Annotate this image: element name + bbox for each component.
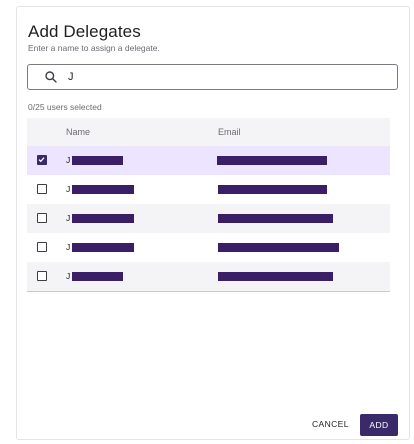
column-header-name: Name <box>66 127 91 137</box>
user-name-initial: J <box>66 271 71 281</box>
redacted-email <box>218 214 333 223</box>
search-value: J <box>68 71 74 83</box>
search-icon <box>45 71 57 83</box>
add-delegates-dialog: Add Delegates Enter a name to assign a d… <box>16 6 410 440</box>
redacted-name <box>72 272 123 281</box>
user-name-initial: J <box>66 213 71 223</box>
redacted-email <box>218 185 327 194</box>
user-name-initial: J <box>66 155 71 165</box>
row-checkbox[interactable] <box>37 242 47 252</box>
row-checkbox[interactable] <box>37 271 47 281</box>
table-header: Name Email <box>27 118 390 146</box>
checkmark-icon <box>38 157 45 163</box>
users-table: Name Email J J J J J <box>27 118 390 292</box>
add-button[interactable]: ADD <box>360 414 398 436</box>
user-name-initial: J <box>66 184 71 194</box>
table-row[interactable]: J <box>27 204 390 233</box>
selection-count: 0/25 users selected <box>28 102 102 112</box>
table-row[interactable]: J <box>27 175 390 204</box>
dialog-title: Add Delegates <box>28 22 141 41</box>
column-header-email: Email <box>218 127 241 137</box>
dialog-subtitle: Enter a name to assign a delegate. <box>28 43 160 53</box>
redacted-name <box>72 185 134 194</box>
row-checkbox[interactable] <box>37 184 47 194</box>
table-row[interactable]: J <box>27 262 390 292</box>
redacted-name <box>72 156 123 165</box>
row-checkbox[interactable] <box>37 213 47 223</box>
redacted-email <box>217 156 327 165</box>
table-row[interactable]: J <box>27 146 390 175</box>
table-row[interactable]: J <box>27 233 390 262</box>
search-input[interactable]: J <box>27 64 398 90</box>
redacted-email <box>218 272 333 281</box>
cancel-button[interactable]: CANCEL <box>306 415 355 433</box>
redacted-email <box>218 243 339 252</box>
user-name-initial: J <box>66 242 71 252</box>
redacted-name <box>72 243 134 252</box>
row-checkbox[interactable] <box>37 155 47 165</box>
redacted-name <box>72 214 134 223</box>
